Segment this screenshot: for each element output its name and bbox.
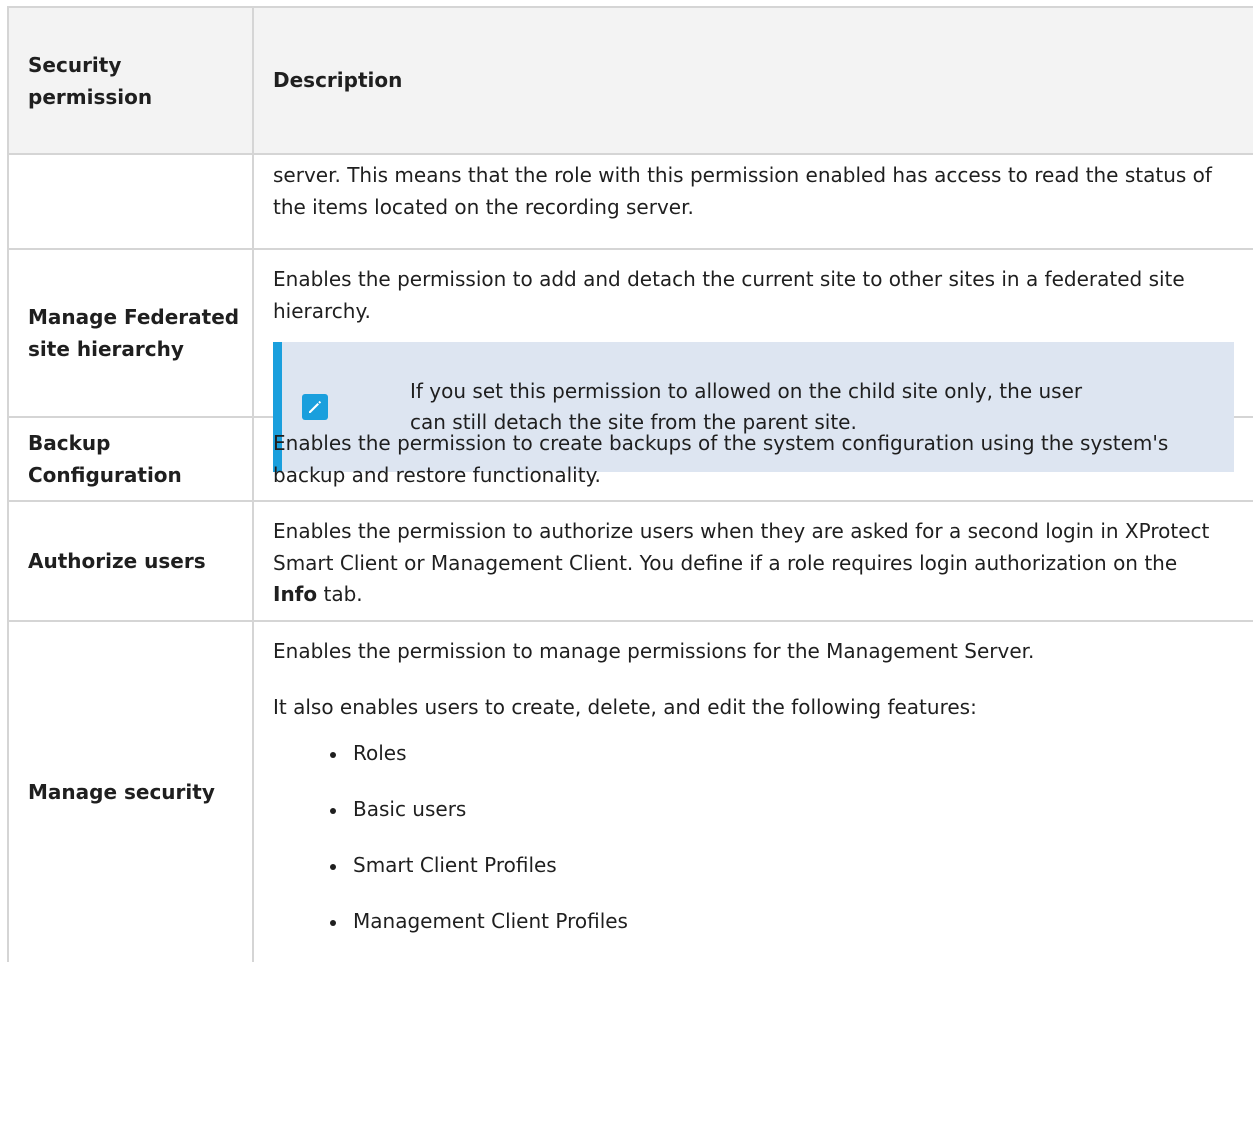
features-list: Roles Basic users Smart Client Profiles … <box>273 738 1234 937</box>
list-item: Management Client Profiles <box>330 906 1234 937</box>
permission-name: Manage Federated site hierarchy <box>7 250 254 416</box>
pencil-icon <box>302 394 328 420</box>
permission-name: Manage security <box>7 622 254 962</box>
permission-description: server. This means that the role with th… <box>254 155 1253 248</box>
permission-name: Backup Configuration <box>7 418 254 500</box>
header-security-permission: Security permission <box>7 8 254 153</box>
list-item: Basic users <box>330 794 1234 825</box>
table-row: server. This means that the role with th… <box>7 155 1253 250</box>
list-item: Roles <box>330 738 1234 769</box>
permission-name <box>7 155 254 248</box>
header-description: Description <box>273 67 403 92</box>
table-header-row: Security permission Description <box>7 8 1253 155</box>
table-row: Manage Federated site hierarchy Enables … <box>7 250 1253 472</box>
list-item: Smart Client Profiles <box>330 850 1234 881</box>
description-text: It also enables users to create, delete,… <box>273 694 977 719</box>
table-row: Manage security Enables the permission t… <box>7 622 1253 962</box>
permission-name: Authorize users <box>7 502 254 620</box>
description-text: Enables the permission to authorize user… <box>273 516 1213 611</box>
description-text: server. This means that the role with th… <box>273 163 1212 219</box>
permission-description: Enables the permission to create backups… <box>254 418 1253 500</box>
table-row: Backup Configuration Enables the permiss… <box>7 418 1253 502</box>
description-text: Enables the permission to add and detach… <box>273 267 1185 323</box>
permission-description: Enables the permission to authorize user… <box>254 502 1253 620</box>
description-text: Enables the permission to manage permiss… <box>273 639 1035 663</box>
description-text-part: tab. <box>317 582 363 606</box>
permission-description: Enables the permission to manage permiss… <box>254 622 1253 962</box>
table-row: Authorize users Enables the permission t… <box>7 502 1253 622</box>
info-tab-reference: Info <box>273 582 318 606</box>
permissions-table: Security permission Description server. … <box>7 6 1253 962</box>
description-text-part: Enables the permission to authorize user… <box>273 519 1210 575</box>
permission-description: Enables the permission to add and detach… <box>254 250 1253 472</box>
description-text: Enables the permission to create backups… <box>273 431 1169 487</box>
